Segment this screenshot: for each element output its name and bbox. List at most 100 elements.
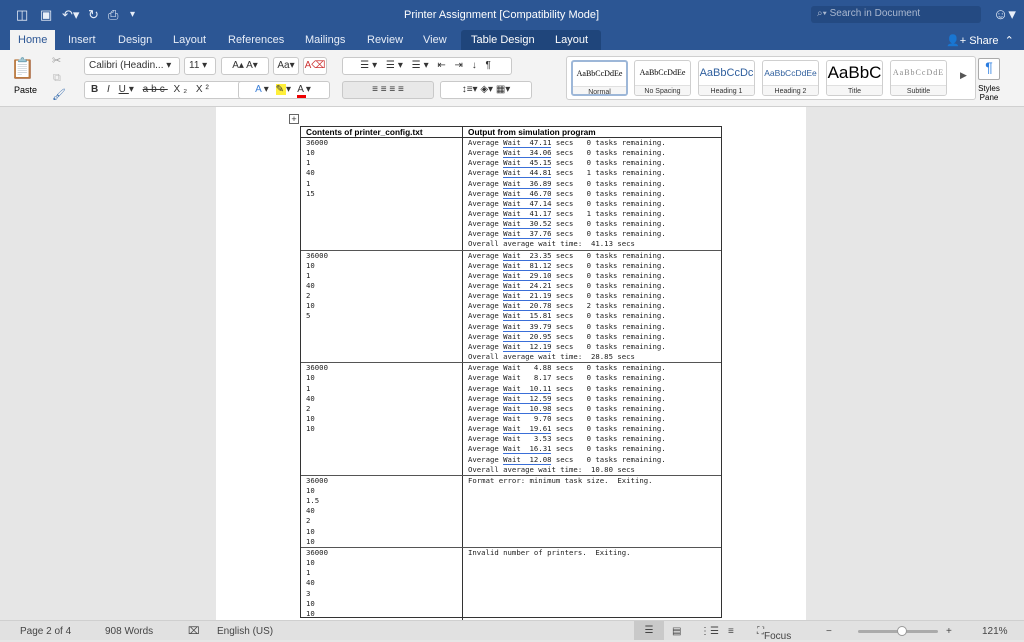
tab-table-design[interactable]: Table Design [471,30,535,50]
gallery-more-arrow-icon[interactable]: ▶ [960,70,967,81]
config-line: 10 [306,301,315,311]
tab-references[interactable]: References [228,30,284,50]
config-cell[interactable]: 36000 10 1 40 3 10 10 [301,547,463,621]
output-line: Average Wait 46.70 secs 0 tasks remainin… [468,188,666,199]
feedback-smiley-icon[interactable]: ☺▾ [993,5,1016,23]
text-effects-buttons[interactable]: A▾ ✎▾ A▾ [238,81,330,99]
style-heading-1[interactable]: AaBbCcDc Heading 1 [698,60,755,96]
table-row[interactable]: 36000 10 1.5 40 2 10 10 Format error: minimum t… [301,475,721,548]
table-row[interactable]: 36000 10 1 40 3 10 10 Invalid number of printer… [301,547,721,621]
subscript-button[interactable]: X₂ [174,84,191,95]
tab-mailings[interactable]: Mailings [305,30,345,50]
zoom-out-button[interactable]: − [826,626,832,637]
status-bar: Page 2 of 4 908 Words ⌧ English (US) ☰ ▤… [0,620,1024,642]
output-line: Average Wait 41.17 secs 1 tasks remainin… [468,208,666,219]
underline-button[interactable]: U [119,84,129,95]
italic-button[interactable]: I [107,84,113,95]
table-move-handle-icon[interactable]: + [289,114,299,124]
spacing-shading-borders[interactable]: ↕≡▾ ◈▾ ▦▾ [440,81,532,99]
sidebar-toggle-icon[interactable]: ◫ [16,7,28,23]
save-icon[interactable]: ▣ [40,7,52,23]
font-name-select[interactable]: Calibri (Headin... ▾ [84,57,180,75]
focus-button[interactable]: ⛶ Focus [757,626,791,642]
web-layout-view-icon[interactable]: ▤ [672,626,681,637]
language[interactable]: English (US) [217,626,273,637]
results-table[interactable]: Contents of printer_config.txt Output fr… [300,126,722,621]
config-line: 36000 [306,363,328,373]
tab-insert[interactable]: Insert [68,30,96,50]
font-style-buttons[interactable]: B I U▾ abc X₂ X² [84,81,264,99]
spellcheck-underline: Wait 15.81 [503,311,552,322]
change-case-button[interactable]: Aa▾ [273,57,299,75]
paste-icon[interactable]: 📋 [10,56,35,81]
undo-icon[interactable]: ↶▾ [62,7,79,23]
config-cell[interactable]: 36000 10 1 40 2 10 10 [301,363,463,475]
proofing-icon[interactable]: ⌧ [188,626,200,637]
word-count[interactable]: 908 Words [105,626,153,637]
zoom-level[interactable]: 121% [982,626,1008,637]
styles-pane-icon[interactable]: ¶ [978,58,1000,80]
tab-home[interactable]: Home [10,30,56,50]
style-normal[interactable]: AaBbCcDdEe Normal [571,60,628,96]
copy-icon[interactable]: ⧉ [53,72,61,85]
cut-icon[interactable]: ✂ [52,54,61,67]
text-effects-icon[interactable]: A [255,84,264,95]
tab-table-layout[interactable]: Layout [555,30,588,50]
outline-view-icon[interactable]: ⋮☰ [700,626,719,637]
list-indent-buttons[interactable]: ☰▾ ☰▾ ☰▾ ⇤ ⇥ ↓ ¶ [342,57,512,75]
paste-label[interactable]: Paste [14,85,37,95]
output-line: Average Wait 47.14 secs 0 tasks remainin… [468,198,666,209]
config-line: 2 [306,516,311,526]
config-line: 10 [306,373,315,383]
output-cell[interactable]: Average Wait 4.88 secs 0 tasks remaining… [463,363,721,475]
output-cell[interactable]: Average Wait 47.11 secs 0 tasks remainin… [463,138,721,250]
table-row[interactable]: 36000 10 1 40 2 10 5 Average Wait 23.35 secs 0 … [301,250,721,364]
config-cell[interactable]: 36000 10 1 40 1 15 [301,138,463,250]
config-cell[interactable]: 36000 10 1 40 2 10 5 [301,250,463,363]
clear-formatting-icon[interactable]: A⌫ [303,57,327,75]
styles-pane-label[interactable]: Styles Pane [975,84,1003,102]
tab-layout[interactable]: Layout [173,30,206,50]
search-input[interactable]: ⌕▾ Search in Document [811,6,981,23]
print-layout-view-icon[interactable]: ☰ [634,621,664,640]
tab-design[interactable]: Design [118,30,152,50]
spellcheck-underline: Wait 36.89 [503,178,552,189]
page-count[interactable]: Page 2 of 4 [20,626,71,637]
table-row[interactable]: 36000 10 1 40 2 10 10 Average Wait 4.88 secs 0 … [301,363,721,476]
share-button[interactable]: 👤+ Share ⌃ [946,34,1014,47]
style-title[interactable]: AaBbC Title [826,60,883,96]
redo-icon[interactable]: ↻ [88,7,99,23]
table-row[interactable]: 36000 10 1 40 1 15 Average Wait 47.11 secs 0 t… [301,138,721,251]
grow-shrink-font-button[interactable]: A▴ A▾ [221,57,269,75]
output-line: Invalid number of printers. Exiting. [468,547,631,557]
style-heading-2[interactable]: AaBbCcDdEe Heading 2 [762,60,819,96]
font-color-icon[interactable]: A [297,84,306,98]
zoom-slider[interactable] [858,626,938,636]
format-painter-icon[interactable]: 🖌 [52,88,66,101]
output-cell[interactable]: Invalid number of printers. Exiting. [463,548,721,620]
bold-button[interactable]: B [91,84,101,95]
strikethrough-button[interactable]: abc [143,84,168,95]
config-cell[interactable]: 36000 10 1.5 40 2 10 10 [301,475,463,547]
highlight-icon[interactable]: ✎ [275,84,286,95]
output-line: Average Wait 10.11 secs 0 tasks remainin… [468,383,666,394]
style-label: Heading 1 [699,85,754,95]
focus-label: Focus [764,631,792,642]
superscript-button[interactable]: X² [196,84,212,95]
zoom-in-button[interactable]: + [946,626,952,637]
config-line: 1 [306,383,311,393]
style-subtitle[interactable]: AaBbCcDdE Subtitle [890,60,947,96]
zoom-slider-knob[interactable] [897,626,907,636]
style-no-spacing[interactable]: AaBbCcDdEe No Spacing [634,60,691,96]
draft-view-icon[interactable]: ≡ [728,626,734,637]
alignment-buttons[interactable]: ≡ ≡ ≡ ≡ [342,81,434,99]
output-cell[interactable]: Format error: minimum task size. Exiting… [463,476,721,547]
customize-toolbar-icon[interactable]: ▾ [130,9,135,20]
output-line: Average Wait 39.79 secs 0 tasks remainin… [468,321,666,332]
tab-review[interactable]: Review [367,30,403,50]
config-line: 10 [306,526,315,536]
output-cell[interactable]: Average Wait 23.35 secs 0 tasks remainin… [463,250,721,363]
print-icon[interactable]: ⎙ [108,7,118,23]
tab-view[interactable]: View [423,30,447,50]
font-size-select[interactable]: 11 ▾ [184,57,216,75]
